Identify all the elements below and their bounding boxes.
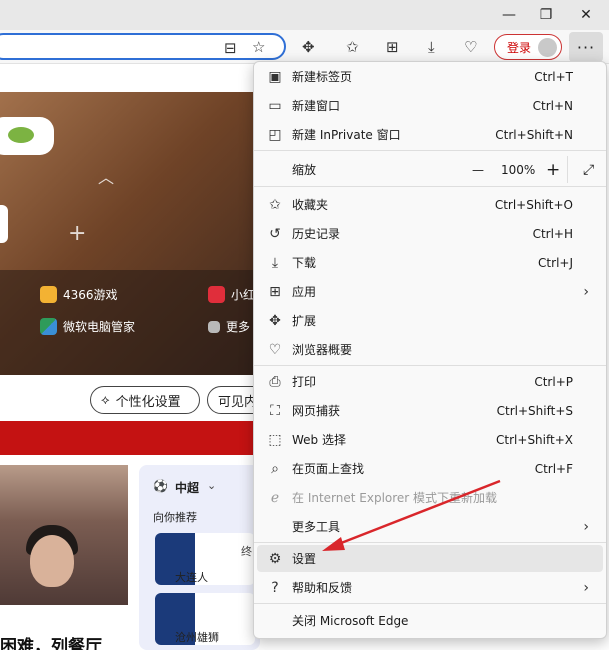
- add-favorite-icon[interactable]: ☆: [252, 38, 265, 56]
- menu-divider: [254, 365, 606, 366]
- menu-more-tools[interactable]: 更多工具 ›: [257, 513, 603, 540]
- league-label[interactable]: 中超: [175, 479, 199, 496]
- quick-link-4366[interactable]: 4366游戏: [40, 286, 118, 303]
- browser-essentials-icon[interactable]: ♡: [464, 38, 477, 56]
- more-sites-icon: [208, 320, 220, 333]
- login-button[interactable]: 登录: [494, 34, 562, 60]
- login-label: 登录: [507, 40, 532, 55]
- close-icon[interactable]: ✕: [566, 0, 606, 30]
- help-icon: ?: [271, 579, 279, 596]
- extensions-icon: ✥: [269, 312, 281, 329]
- quick-link-more[interactable]: 更多: [208, 318, 250, 335]
- avatar: [538, 38, 557, 57]
- web-capture-icon: ⛶: [270, 402, 280, 419]
- news-headline[interactable]: 困难，列餐厅: [0, 632, 102, 650]
- match-status: 终: [241, 545, 252, 558]
- collections-icon[interactable]: ⊞: [386, 38, 399, 56]
- menu-favorites[interactable]: ✩ 收藏夹 Ctrl+Shift+O: [257, 191, 603, 218]
- team-card[interactable]: 大连人: [155, 533, 255, 585]
- window-titlebar: — ❐ ✕: [0, 0, 609, 32]
- fullscreen-icon[interactable]: ⤢: [583, 162, 594, 178]
- news-banner: [0, 421, 260, 455]
- quick-link-pc-manager[interactable]: 微软电脑管家: [40, 318, 135, 335]
- favorites-icon: ✩: [269, 196, 281, 213]
- team-card[interactable]: 沧州雄狮: [155, 593, 255, 645]
- restore-icon[interactable]: ❐: [526, 0, 566, 30]
- inprivate-icon: ◰: [268, 126, 282, 143]
- downloads-icon[interactable]: ⤓: [428, 38, 435, 56]
- zoom-in-button[interactable]: +: [546, 160, 560, 180]
- settings-and-more-menu: ▣ 新建标签页 Ctrl+T ▭ 新建窗口 Ctrl+N ◰ 新建 InPriv…: [253, 61, 607, 639]
- browser-toolbar: ⊟ ☆ ✥ ✩ ⊞ ⤓ ♡ 登录 ···: [0, 30, 609, 64]
- chevron-down-icon[interactable]: ⌄: [207, 479, 216, 492]
- apps-icon: ⊞: [269, 283, 281, 300]
- menu-close-edge[interactable]: 关闭 Microsoft Edge: [257, 607, 603, 634]
- zoom-out-button[interactable]: —: [472, 163, 484, 177]
- address-bar[interactable]: ⊟ ☆: [0, 33, 286, 60]
- search-box-edge[interactable]: [0, 205, 8, 243]
- print-icon: ⎙: [269, 373, 281, 390]
- menu-find-on-page[interactable]: ⌕ 在页面上查找 Ctrl+F: [257, 455, 603, 482]
- sports-card: ⚽ 中超 ⌄ 向你推荐 大连人 终 沧州雄狮: [139, 465, 260, 650]
- settings-and-more-button[interactable]: ···: [569, 32, 603, 62]
- download-icon: ⤓: [271, 254, 279, 271]
- pc-manager-icon: [40, 318, 57, 335]
- menu-divider: [254, 542, 606, 543]
- new-window-icon: ▭: [268, 97, 282, 114]
- menu-settings[interactable]: ⚙ 设置: [257, 545, 603, 572]
- recommend-label: 向你推荐: [153, 511, 197, 524]
- web-select-icon: ⬚: [268, 431, 282, 448]
- game-icon: [40, 286, 57, 303]
- menu-help-feedback[interactable]: ? 帮助和反馈 ›: [257, 574, 603, 601]
- chevron-right-icon: ›: [583, 283, 589, 300]
- menu-downloads[interactable]: ⤓ 下载 Ctrl+J: [257, 249, 603, 276]
- menu-web-select[interactable]: ⬚ Web 选择 Ctrl+Shift+X: [257, 426, 603, 453]
- menu-divider: [254, 186, 606, 187]
- menu-divider: [254, 150, 606, 151]
- menu-history[interactable]: ↺ 历史记录 Ctrl+H: [257, 220, 603, 247]
- menu-new-inprivate[interactable]: ◰ 新建 InPrivate 窗口 Ctrl+Shift+N: [257, 121, 603, 148]
- quick-link-xiaohong[interactable]: 小红: [208, 286, 255, 303]
- personalize-icon: ⟡: [101, 392, 110, 408]
- menu-zoom-row: 缩放 — 100% + ⤢: [257, 156, 603, 183]
- menu-new-tab[interactable]: ▣ 新建标签页 Ctrl+T: [257, 63, 603, 90]
- menu-ie-mode: ℯ 在 Internet Explorer 模式下重新加载: [257, 484, 603, 511]
- chevron-right-icon: ›: [583, 579, 589, 596]
- find-icon: ⌕: [271, 460, 279, 477]
- chevron-right-icon: ›: [583, 518, 589, 535]
- menu-new-window[interactable]: ▭ 新建窗口 Ctrl+N: [257, 92, 603, 119]
- collapse-icon[interactable]: ︿: [98, 164, 114, 188]
- zoom-level: 100%: [501, 162, 536, 177]
- favorites-icon[interactable]: ✩: [346, 38, 359, 56]
- menu-extensions[interactable]: ✥ 扩展: [257, 307, 603, 334]
- zoom-label: 缩放: [292, 163, 317, 177]
- menu-browser-essentials[interactable]: ♡ 浏览器概要: [257, 336, 603, 363]
- photo-face: [30, 535, 74, 587]
- history-icon: ↺: [269, 225, 281, 242]
- minimize-icon[interactable]: —: [489, 0, 529, 30]
- reader-view-icon[interactable]: ⊟: [224, 39, 237, 57]
- menu-print[interactable]: ⎙ 打印 Ctrl+P: [257, 368, 603, 395]
- extensions-icon[interactable]: ✥: [302, 38, 315, 56]
- more-icon: ···: [576, 37, 596, 57]
- settings-icon: ⚙: [268, 550, 282, 567]
- weather-card[interactable]: [0, 117, 54, 155]
- new-tab-icon: ▣: [268, 68, 282, 85]
- xiaohongshu-icon: [208, 286, 225, 303]
- browser-essentials-icon: ♡: [268, 341, 282, 358]
- menu-divider: [254, 603, 606, 604]
- menu-web-capture[interactable]: ⛶ 网页捕获 Ctrl+Shift+S: [257, 397, 603, 424]
- zoom-divider: [567, 156, 568, 183]
- sports-icon: ⚽: [153, 479, 168, 493]
- menu-apps[interactable]: ⊞ 应用 ›: [257, 278, 603, 305]
- personalize-button[interactable]: ⟡ 个性化设置: [90, 386, 200, 414]
- news-photo[interactable]: [0, 465, 128, 605]
- ie-mode-icon: ℯ: [270, 489, 280, 506]
- add-shortcut-icon[interactable]: +: [68, 221, 86, 246]
